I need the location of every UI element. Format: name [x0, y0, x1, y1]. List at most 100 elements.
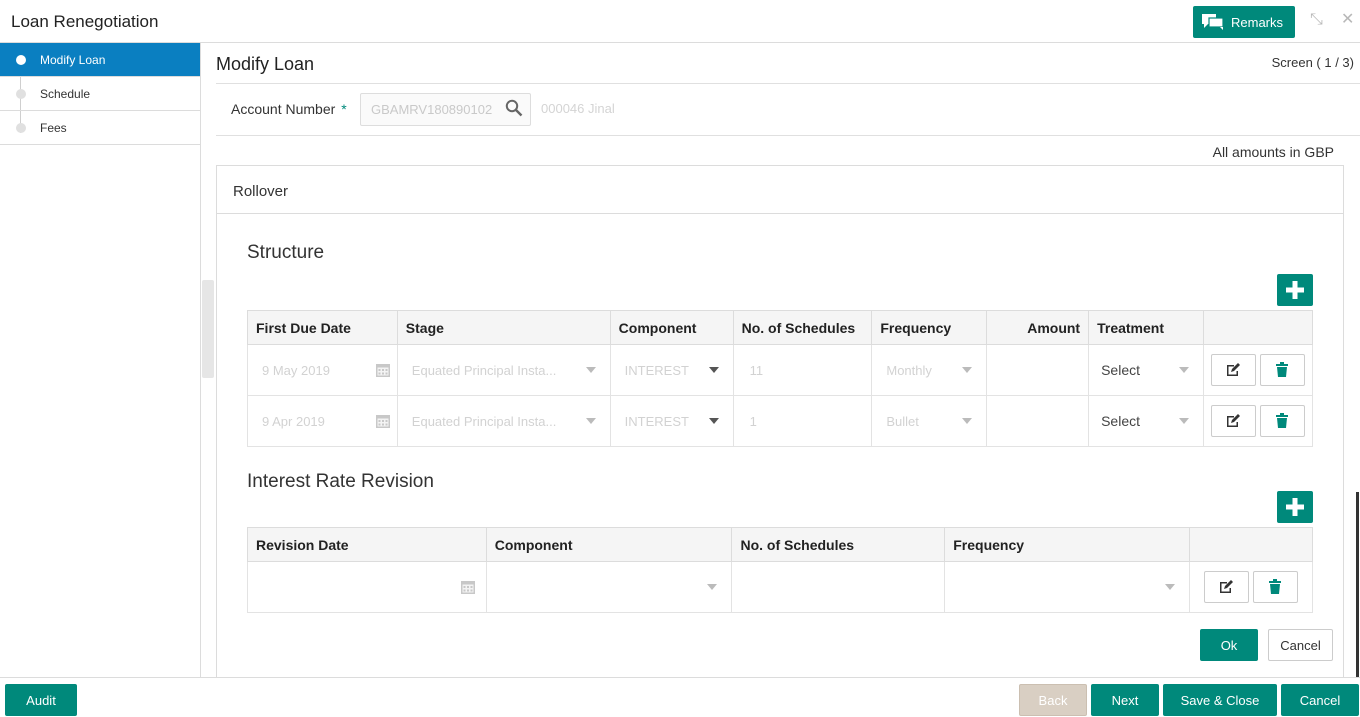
actions-cell — [1202, 344, 1314, 396]
plus-icon — [1286, 281, 1304, 299]
col-treatment: Treatment — [1088, 310, 1204, 345]
trash-icon — [1269, 579, 1282, 594]
next-button[interactable]: Next — [1091, 684, 1159, 716]
component-select[interactable] — [485, 561, 733, 613]
stage-cell[interactable]: Equated Principal Insta... — [396, 395, 611, 447]
frequency-cell[interactable]: Monthly — [871, 344, 988, 396]
minimize-icon[interactable]: ⤡ — [1310, 12, 1323, 28]
back-button[interactable]: Back — [1019, 684, 1087, 716]
treatment-value: Select — [1101, 362, 1141, 378]
stage-value: Equated Principal Insta... — [411, 413, 557, 429]
step-sidebar: Modify Loan Schedule Fees — [0, 43, 201, 677]
due-date-cell[interactable]: 9 Apr 2019 — [247, 395, 398, 447]
component-value: INTEREST — [624, 362, 689, 378]
page-title: Modify Loan — [216, 54, 315, 74]
sidebar-item-modify-loan[interactable]: Modify Loan — [0, 43, 200, 77]
cancel-button[interactable]: Cancel — [1281, 684, 1359, 716]
chevron-down-icon — [1178, 418, 1189, 424]
delete-button[interactable] — [1259, 405, 1305, 437]
actions-cell — [1202, 395, 1314, 447]
search-icon[interactable] — [505, 99, 523, 117]
sidebar-item-schedule[interactable]: Schedule — [0, 77, 200, 111]
col-frequency: Frequency — [944, 527, 1190, 562]
schedules-cell[interactable] — [731, 561, 946, 613]
chevron-down-icon — [962, 367, 973, 373]
account-number-label: Account Number * — [231, 101, 347, 117]
edit-button[interactable] — [1210, 405, 1256, 437]
step-dot-icon — [16, 123, 26, 133]
col-amount: Amount — [986, 310, 1090, 345]
delete-button[interactable] — [1259, 354, 1305, 386]
edit-icon — [1227, 363, 1241, 376]
sidebar-item-label: Modify Loan — [40, 52, 106, 67]
chevron-down-icon — [585, 418, 596, 424]
delete-button[interactable] — [1252, 571, 1298, 603]
frequency-value: Monthly — [886, 362, 932, 378]
close-icon[interactable]: ✕ — [1341, 12, 1354, 28]
panel-title: Rollover — [217, 166, 1343, 214]
chevron-down-icon — [1164, 584, 1175, 590]
schedules-cell[interactable]: 11 — [732, 344, 873, 396]
screen-indicator: Screen ( 1 / 3) — [1271, 55, 1354, 70]
table-header-row: First Due Date Stage Component No. of Sc… — [247, 310, 1314, 345]
table-header-row: Revision Date Component No. of Schedules… — [247, 527, 1314, 562]
amounts-note: All amounts in GBP — [1212, 144, 1334, 160]
step-dot-icon — [16, 89, 26, 99]
frequency-value: Bullet — [886, 413, 919, 429]
calendar-icon[interactable] — [460, 579, 476, 595]
stage-value: Equated Principal Insta... — [411, 362, 557, 378]
panel-cancel-button[interactable]: Cancel — [1268, 629, 1333, 661]
chevron-down-icon — [708, 418, 719, 424]
col-actions — [1188, 527, 1314, 562]
revision-date-cell[interactable] — [247, 561, 487, 613]
add-structure-button[interactable] — [1277, 274, 1313, 306]
trash-icon — [1276, 362, 1289, 377]
col-actions — [1202, 310, 1314, 345]
treatment-select[interactable]: Select — [1088, 395, 1204, 447]
interest-rate-revision-title: Interest Rate Revision — [247, 471, 434, 492]
audit-button[interactable]: Audit — [5, 684, 77, 716]
trash-icon — [1276, 413, 1289, 428]
due-date-value: 9 May 2019 — [262, 362, 330, 378]
ok-button[interactable]: Ok — [1200, 629, 1258, 661]
amount-cell[interactable] — [986, 344, 1090, 396]
sidebar-item-label: Schedule — [40, 86, 91, 101]
frequency-cell[interactable]: Bullet — [871, 395, 988, 447]
step-dot-icon — [16, 55, 26, 65]
save-close-button[interactable]: Save & Close — [1163, 684, 1277, 716]
actions-cell — [1188, 561, 1314, 613]
structure-title: Structure — [247, 242, 325, 263]
calendar-icon[interactable] — [375, 413, 391, 429]
chevron-down-icon — [585, 367, 596, 373]
table-row: 9 Apr 2019 Equated Principal Insta... IN… — [247, 395, 1314, 447]
add-revision-button[interactable] — [1277, 491, 1313, 523]
sidebar-item-fees[interactable]: Fees — [0, 111, 200, 145]
calendar-icon[interactable] — [375, 362, 391, 378]
sidebar-item-label: Fees — [40, 120, 67, 135]
structure-table: First Due Date Stage Component No. of Sc… — [247, 310, 1314, 447]
remarks-button[interactable]: Remarks — [1193, 6, 1295, 38]
stage-cell[interactable]: Equated Principal Insta... — [396, 344, 611, 396]
panel-splitter[interactable] — [202, 280, 214, 378]
scrollbar[interactable] — [1356, 492, 1359, 677]
amount-cell[interactable] — [986, 395, 1090, 447]
edit-icon — [1220, 580, 1234, 593]
component-cell[interactable]: INTEREST — [609, 344, 734, 396]
col-first-due-date: First Due Date — [247, 310, 398, 345]
schedules-value: 11 — [749, 362, 764, 378]
schedules-cell[interactable]: 1 — [732, 395, 873, 447]
due-date-cell[interactable]: 9 May 2019 — [247, 344, 398, 396]
edit-button[interactable] — [1203, 571, 1249, 603]
component-value: INTEREST — [624, 413, 689, 429]
frequency-select[interactable] — [944, 561, 1190, 613]
edit-button[interactable] — [1210, 354, 1256, 386]
chevron-down-icon — [1178, 367, 1189, 373]
due-date-value: 9 Apr 2019 — [262, 413, 325, 429]
plus-icon — [1286, 498, 1304, 516]
treatment-select[interactable]: Select — [1088, 344, 1204, 396]
chevron-down-icon — [962, 418, 973, 424]
col-stage: Stage — [396, 310, 611, 345]
component-cell[interactable]: INTEREST — [609, 395, 734, 447]
chat-icon — [1202, 14, 1224, 30]
col-component: Component — [609, 310, 734, 345]
